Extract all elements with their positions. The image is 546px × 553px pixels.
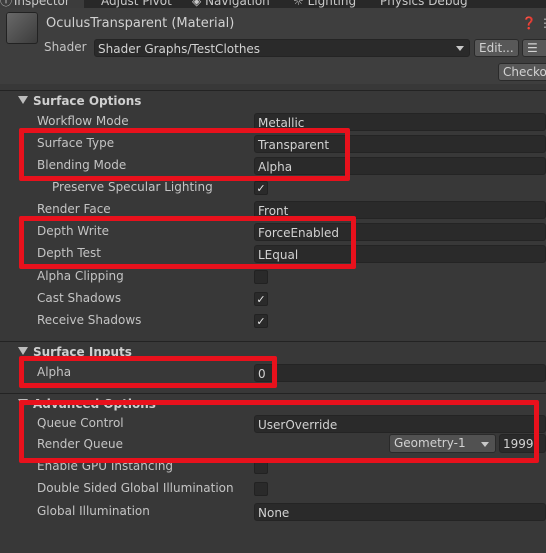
receive-shadows-row: Receive Shadows ✓	[0, 310, 546, 332]
dropdown-value: Alpha	[258, 160, 293, 174]
tab-physics-debug[interactable]: Physics Debug	[380, 0, 468, 8]
section-title: Advanced Options	[33, 397, 156, 411]
alpha-row: Alpha 0	[0, 362, 546, 384]
tab-label: Lighting	[307, 0, 357, 8]
surface-type-dropdown[interactable]: Transparent	[254, 135, 546, 153]
gpu-instancing-checkbox[interactable]	[254, 460, 268, 474]
double-sided-gi-row: Double Sided Global Illumination	[0, 478, 546, 500]
property-label: Surface Type	[37, 136, 115, 150]
settings-icon[interactable]: ⋮	[537, 15, 546, 31]
render-face-row: Render Face Front	[0, 199, 546, 221]
property-label: Render Face	[37, 202, 111, 216]
checkout-button[interactable]: Checkout	[498, 63, 546, 81]
material-title: OculusTransparent (Material)	[46, 16, 235, 31]
input-value: 1999	[503, 437, 534, 451]
render-queue-dropdown[interactable]: Geometry-1	[389, 434, 496, 453]
section-title: Surface Inputs	[33, 345, 132, 359]
depth-write-row: Depth Write ForceEnabled	[0, 221, 546, 243]
alpha-clipping-row: Alpha Clipping	[0, 266, 546, 288]
property-label: Preserve Specular Lighting	[52, 180, 213, 194]
property-label: Global Illumination	[37, 504, 150, 518]
workflow-mode-dropdown[interactable]: Metallic	[254, 113, 546, 131]
blending-mode-row: Blending Mode Alpha	[0, 155, 546, 177]
section-title: Surface Options	[33, 94, 142, 108]
depth-test-row: Depth Test LEqual	[0, 243, 546, 265]
tab-label: Inspector	[13, 0, 70, 8]
property-label: Queue Control	[37, 416, 124, 430]
alpha-input[interactable]: 0	[254, 364, 546, 382]
tab-label: Physics Debug	[380, 0, 468, 8]
workflow-mode-row: Workflow Mode Metallic	[0, 111, 546, 133]
dropdown-value: Metallic	[258, 116, 305, 130]
alpha-clipping-checkbox[interactable]	[254, 270, 268, 284]
foldout-arrow-icon	[18, 399, 28, 407]
queue-control-row: Queue Control UserOverride	[0, 413, 546, 435]
dropdown-value: Geometry-1	[394, 436, 466, 450]
property-label: Enable GPU Instancing	[37, 459, 174, 473]
property-label: Depth Test	[37, 246, 101, 260]
cast-shadows-checkbox[interactable]: ✓	[254, 292, 268, 306]
property-label: Depth Write	[37, 224, 110, 238]
double-sided-gi-checkbox[interactable]	[254, 482, 268, 496]
input-value: 0	[258, 367, 266, 381]
foldout-arrow-icon	[18, 347, 28, 355]
shader-dropdown[interactable]: Shader Graphs/TestClothes	[94, 39, 470, 57]
dropdown-value: Front	[258, 204, 289, 218]
tab-label: Navigation	[205, 0, 270, 8]
render-queue-input[interactable]: 1999	[499, 434, 546, 453]
property-label: Render Queue	[37, 437, 123, 451]
info-icon: ⓘ	[0, 0, 13, 8]
chevron-down-icon	[481, 442, 489, 447]
global-illumination-row: Global Illumination None	[0, 501, 546, 523]
material-preview-thumbnail	[6, 12, 38, 44]
window-tab-bar: ⓘ Inspector Adjust Pivot ◈ Navigation ☼ …	[0, 0, 546, 8]
tab-label: Adjust Pivot	[101, 0, 172, 8]
help-icon[interactable]: ❓	[521, 15, 537, 31]
property-label: Alpha Clipping	[37, 269, 124, 283]
list-menu-icon: ☰	[527, 41, 538, 55]
shader-label: Shader	[44, 40, 87, 54]
dropdown-value: None	[258, 506, 290, 520]
surface-inputs-header[interactable]: Surface Inputs	[0, 342, 546, 364]
lighting-icon: ☼	[293, 0, 304, 8]
property-label: Receive Shadows	[37, 313, 142, 327]
depth-test-dropdown[interactable]: LEqual	[254, 245, 546, 263]
dropdown-value: Transparent	[258, 138, 330, 152]
property-label: Workflow Mode	[37, 114, 129, 128]
blending-mode-dropdown[interactable]: Alpha	[254, 157, 546, 175]
queue-control-dropdown[interactable]: UserOverride	[254, 415, 546, 433]
property-label: Cast Shadows	[37, 291, 122, 305]
render-face-dropdown[interactable]: Front	[254, 201, 546, 219]
tab-adjust-pivot[interactable]: Adjust Pivot	[101, 0, 172, 8]
tab-inspector[interactable]: ⓘ Inspector	[0, 0, 84, 8]
surface-options-header[interactable]: Surface Options	[0, 91, 546, 113]
gpu-instancing-row: Enable GPU Instancing	[0, 456, 546, 478]
preserve-specular-row: Preserve Specular Lighting ✓	[0, 177, 546, 199]
chevron-down-icon	[456, 46, 464, 51]
shader-menu-button[interactable]: ☰	[522, 39, 546, 57]
tab-lighting[interactable]: ☼ Lighting	[293, 0, 356, 8]
preserve-specular-checkbox[interactable]: ✓	[254, 181, 268, 195]
receive-shadows-checkbox[interactable]: ✓	[254, 314, 268, 328]
cast-shadows-row: Cast Shadows ✓	[0, 288, 546, 310]
navigation-icon: ◈	[192, 0, 202, 8]
shader-value: Shader Graphs/TestClothes	[98, 42, 261, 56]
edit-shader-button[interactable]: Edit...	[474, 39, 519, 57]
property-label: Blending Mode	[37, 158, 127, 172]
dropdown-value: ForceEnabled	[258, 226, 339, 240]
dropdown-value: LEqual	[258, 248, 299, 262]
property-label: Alpha	[37, 365, 72, 379]
property-label: Double Sided Global Illumination	[37, 481, 234, 495]
foldout-arrow-icon	[18, 96, 28, 104]
tab-navigation[interactable]: ◈ Navigation	[192, 0, 270, 8]
surface-type-row: Surface Type Transparent	[0, 133, 546, 155]
global-illumination-dropdown[interactable]: None	[254, 503, 546, 521]
render-queue-row: Render Queue Geometry-1 1999	[0, 434, 546, 456]
dropdown-value: UserOverride	[258, 418, 338, 432]
depth-write-dropdown[interactable]: ForceEnabled	[254, 223, 546, 241]
